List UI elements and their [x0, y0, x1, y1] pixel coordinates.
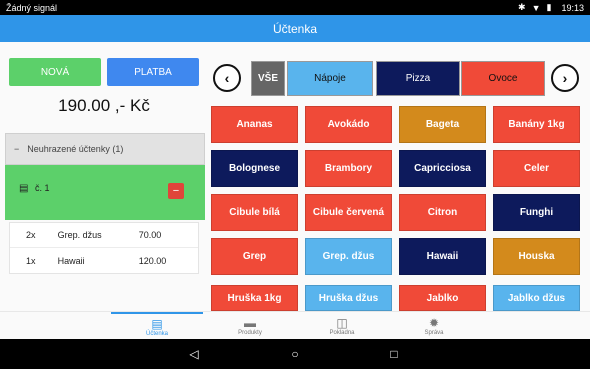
clock: 19:13	[561, 2, 584, 13]
product-tile[interactable]: Grep	[211, 238, 298, 275]
bottom-nav-item[interactable]: ▬ Produkty	[204, 312, 296, 340]
recents-icon[interactable]: □	[384, 344, 404, 364]
bottom-nav-label: Účtenka	[145, 330, 168, 337]
carrier-label: Žádný signál	[6, 2, 58, 13]
product-tile[interactable]: Banány 1kg	[493, 106, 580, 143]
receipt-item-row[interactable]: 2x Grep. džus 70.00	[10, 223, 198, 248]
bottom-nav-label: Správa	[424, 329, 444, 336]
next-category-button[interactable]: ›	[551, 64, 579, 92]
app-title: Účtenka	[272, 21, 318, 36]
back-icon[interactable]: ◁	[184, 344, 204, 364]
collapse-icon: −	[14, 144, 20, 154]
category-tab[interactable]: VŠE	[251, 61, 285, 96]
product-tile[interactable]: Bageta	[399, 106, 486, 143]
bottom-nav-item[interactable]: ◫ Pokladna	[296, 312, 388, 340]
product-tile[interactable]: Cibule červená	[305, 194, 392, 231]
category-tab[interactable]: Pizza	[376, 61, 460, 96]
item-qty: 2x	[26, 230, 36, 240]
product-tile[interactable]: Jablko	[399, 285, 486, 311]
product-tile[interactable]: Citron	[399, 194, 486, 231]
bottom-nav-item[interactable]: ✹ Správa	[388, 312, 480, 340]
product-tile[interactable]: Hruška 1kg	[211, 285, 298, 311]
product-tile[interactable]: Hawaii	[399, 238, 486, 275]
product-tile[interactable]: Grep. džus	[305, 238, 392, 275]
cash-icon: ◫	[336, 315, 348, 330]
product-tile[interactable]: Avokádo	[305, 106, 392, 143]
home-icon[interactable]: ○	[285, 344, 305, 364]
receipt-icon: ▤	[19, 183, 29, 194]
product-tile[interactable]: Houska	[493, 238, 580, 275]
bottom-nav: ▤ Účtenka ▬ Produkty ◫ Pokladna ✹ Správa	[0, 311, 590, 339]
delete-receipt-button[interactable]: −	[168, 183, 184, 199]
bottom-nav-label: Pokladna	[329, 329, 355, 336]
receipt-card[interactable]: ▤ č. 1 −	[5, 165, 205, 220]
receipt-icon: ▤	[151, 316, 163, 331]
wifi-icon: ▼	[531, 2, 541, 13]
item-price: 70.00	[138, 230, 162, 240]
total-amount: 190.00 ,- Kč	[58, 96, 150, 115]
product-tile[interactable]: Funghi	[493, 194, 580, 231]
system-nav-bar: ◁ ○ □	[0, 339, 590, 369]
bluetooth-icon: ✱	[518, 2, 526, 12]
status-icons: ✱ ▼ ▮ 19:13	[518, 2, 584, 13]
product-tile[interactable]: Hruška džus	[305, 285, 392, 311]
product-tile[interactable]: Jablko džus	[493, 285, 580, 311]
pay-button[interactable]: PLATBA	[107, 58, 199, 86]
item-price: 120.00	[138, 255, 167, 266]
receipt-item-row[interactable]: 1x Hawaii 120.00	[10, 248, 198, 273]
gear-icon: ✹	[428, 315, 440, 330]
item-name: Hawaii	[57, 255, 85, 266]
item-qty: 1x	[26, 255, 36, 266]
battery-icon: ▮	[546, 2, 552, 12]
product-tile[interactable]: Ananas	[211, 106, 298, 143]
category-tab[interactable]: Nápoje	[287, 61, 373, 96]
receipt-number: č. 1	[35, 183, 50, 193]
item-name: Grep. džus	[57, 230, 102, 240]
app-bar: Účtenka	[0, 15, 590, 42]
product-tile[interactable]: Cibule bílá	[211, 194, 298, 231]
prev-category-button[interactable]: ‹	[213, 64, 241, 92]
bottom-nav-label: Produkty	[238, 329, 262, 336]
product-tile[interactable]: Capricciosa	[399, 150, 486, 187]
new-receipt-button[interactable]: NOVÁ	[9, 58, 101, 86]
product-tile[interactable]: Brambory	[305, 150, 392, 187]
category-tab[interactable]: Ovoce	[461, 61, 545, 96]
product-tile[interactable]: Bolognese	[211, 150, 298, 187]
folder-icon: ▬	[244, 315, 256, 330]
unpaid-receipts-title: Neuhrazené účtenky (1)	[27, 144, 124, 154]
receipt-items: 2x Grep. džus 70.00 1x Hawaii 120.00	[9, 222, 199, 274]
unpaid-receipts-header[interactable]: − Neuhrazené účtenky (1)	[5, 133, 205, 165]
bottom-nav-item[interactable]: ▤ Účtenka	[111, 312, 203, 340]
status-bar: Žádný signál ✱ ▼ ▮ 19:13	[0, 0, 590, 15]
product-tile[interactable]: Celer	[493, 150, 580, 187]
